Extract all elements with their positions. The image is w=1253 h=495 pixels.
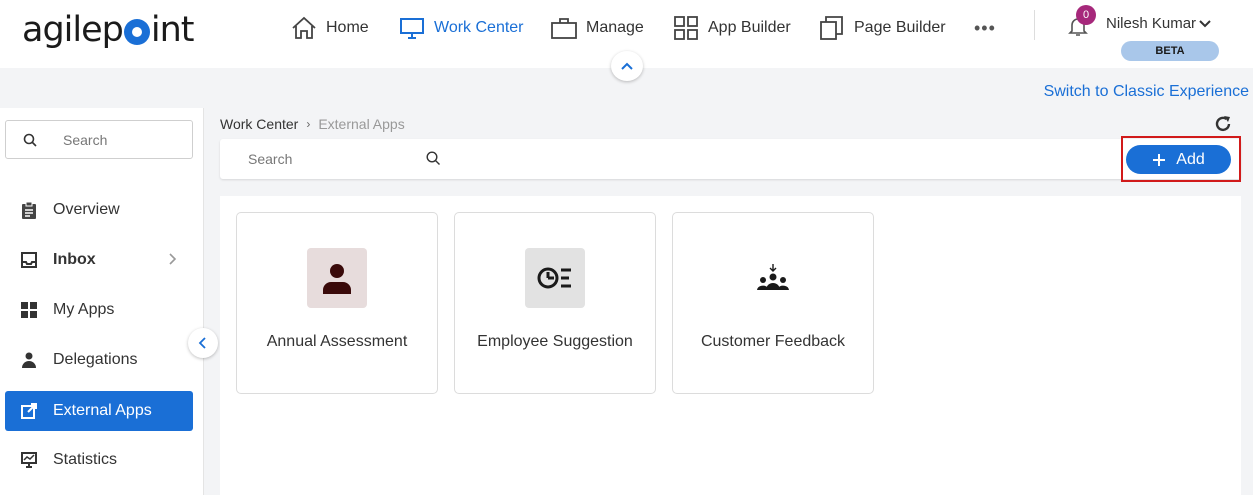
pages-icon [820, 16, 843, 40]
breadcrumb-separator: › [306, 117, 311, 131]
sidebar-item-statistics[interactable]: Statistics [5, 440, 193, 480]
sidebar-search-placeholder: Search [63, 131, 108, 148]
more-menu-button[interactable]: ••• [974, 18, 996, 39]
nav-manage-label: Manage [586, 19, 644, 36]
nav-work-center[interactable]: Work Center [398, 12, 524, 44]
inbox-icon [21, 252, 37, 268]
pie-list-icon [537, 267, 571, 289]
sidebar-collapse-button[interactable] [188, 328, 218, 358]
sidebar-item-my-apps[interactable]: My Apps [5, 290, 193, 330]
app-card-label: Annual Assessment [266, 333, 408, 350]
app-icon-box [307, 248, 367, 308]
refresh-icon [1215, 116, 1231, 132]
apps-icon [21, 302, 37, 318]
apps-grid: Annual Assessment Employee Suggestion Cu… [220, 196, 1241, 495]
chevron-left-icon [198, 337, 206, 349]
beta-badge: BETA [1121, 41, 1219, 61]
plus-icon [1153, 153, 1166, 166]
briefcase-icon [551, 18, 577, 39]
group-icon [757, 264, 789, 290]
grid-icon [674, 16, 698, 40]
app-card-employee-suggestion[interactable]: Employee Suggestion [454, 212, 656, 394]
sidebar-item-label: Delegations [53, 351, 138, 368]
clipboard-icon [22, 201, 36, 219]
sidebar-item-delegations[interactable]: Delegations [5, 340, 193, 380]
collapse-header-button[interactable] [611, 51, 643, 81]
person-icon [323, 264, 351, 294]
app-card-label: Employee Suggestion [477, 333, 633, 350]
apps-search-placeholder: Search [248, 151, 293, 167]
nav-page-builder[interactable]: Page Builder [818, 12, 946, 44]
chevron-up-icon [621, 62, 633, 70]
person-icon [22, 352, 36, 368]
nav-home-label: Home [326, 19, 369, 36]
sidebar-item-label: Overview [53, 201, 120, 218]
sidebar-item-inbox[interactable]: Inbox [5, 240, 193, 280]
sidebar-item-external-apps[interactable]: External Apps [5, 391, 193, 431]
sidebar-item-label: External Apps [53, 402, 152, 419]
search-icon [23, 133, 37, 147]
app-icon-box [743, 248, 803, 308]
app-card-customer-feedback[interactable]: Customer Feedback [672, 212, 874, 394]
apps-search-input[interactable]: Search [220, 139, 1241, 179]
sidebar-item-label: Inbox [53, 251, 96, 268]
monitor-icon [400, 18, 424, 39]
chevron-down-icon [1199, 19, 1211, 27]
nav-manage[interactable]: Manage [550, 12, 644, 44]
external-link-icon [21, 403, 37, 419]
app-card-label: Customer Feedback [700, 333, 846, 350]
search-icon [426, 151, 440, 165]
user-name: Nilesh Kumar [1106, 15, 1197, 32]
sidebar: Search Overview Inbox My Apps Delegation… [0, 108, 204, 495]
add-button-label: Add [1176, 150, 1205, 168]
sidebar-item-label: My Apps [53, 301, 115, 318]
user-menu[interactable]: Nilesh Kumar [1106, 15, 1212, 32]
breadcrumb-current: External Apps [318, 116, 405, 132]
nav-work-center-label: Work Center [434, 19, 524, 36]
chevron-right-icon [169, 253, 177, 265]
nav-app-builder-label: App Builder [708, 19, 791, 36]
switch-to-classic-link[interactable]: Switch to Classic Experience [1044, 83, 1249, 101]
sidebar-search-input[interactable]: Search [5, 120, 193, 159]
add-button[interactable]: Add [1126, 145, 1231, 174]
sidebar-item-label: Statistics [53, 451, 118, 468]
breadcrumb-root[interactable]: Work Center [220, 116, 298, 132]
nav-app-builder[interactable]: App Builder [672, 12, 791, 44]
sidebar-item-overview[interactable]: Overview [5, 190, 193, 230]
chart-icon [21, 452, 37, 468]
header-divider [1034, 10, 1035, 40]
breadcrumb: Work Center › External Apps [220, 116, 405, 132]
app-icon-box [525, 248, 585, 308]
app-card-annual-assessment[interactable]: Annual Assessment [236, 212, 438, 394]
nav-home[interactable]: Home [290, 12, 369, 44]
notification-count-badge: 0 [1076, 5, 1096, 25]
nav-page-builder-label: Page Builder [854, 19, 946, 36]
home-icon [292, 16, 316, 39]
agilepoint-logo[interactable]: agilep int [22, 10, 195, 50]
